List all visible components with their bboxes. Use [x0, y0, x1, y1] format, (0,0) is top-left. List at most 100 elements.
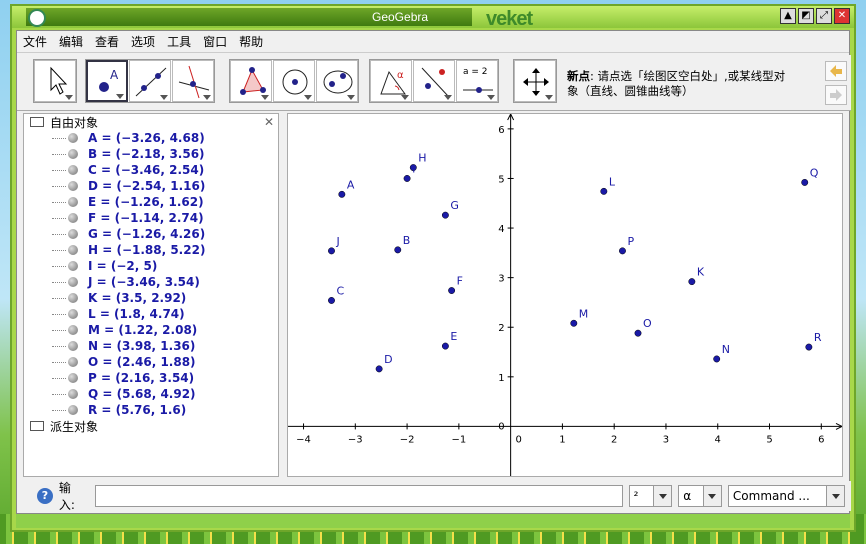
point-marker[interactable] [375, 365, 383, 373]
slider-tool-button[interactable]: a = 2 [456, 60, 498, 102]
visibility-toggle-icon[interactable] [68, 165, 78, 175]
point-marker[interactable] [713, 355, 721, 363]
point-marker[interactable] [394, 246, 402, 254]
point-marker[interactable] [801, 178, 809, 186]
free-objects-folder[interactable]: 自由对象 [24, 114, 278, 130]
point-marker[interactable] [600, 187, 608, 195]
visibility-toggle-icon[interactable] [68, 133, 78, 143]
point-marker[interactable] [328, 247, 335, 255]
algebra-point-row[interactable]: K = (3.5, 2.92) [24, 290, 278, 306]
visibility-toggle-icon[interactable] [68, 245, 78, 255]
visibility-toggle-icon[interactable] [68, 309, 78, 319]
visibility-toggle-icon[interactable] [68, 277, 78, 287]
y-tick-label: 2 [498, 323, 504, 334]
help-icon[interactable]: ? [37, 488, 53, 504]
tree-connector [52, 233, 66, 235]
algebra-point-row[interactable]: B = (−2.18, 3.56) [24, 146, 278, 162]
visibility-toggle-icon[interactable] [68, 293, 78, 303]
menu-view[interactable]: 查看 [95, 33, 119, 50]
tree-connector [52, 377, 66, 379]
point-marker[interactable] [403, 175, 411, 182]
circle-tool-button[interactable] [273, 60, 315, 102]
algebra-point-row[interactable]: C = (−3.46, 2.54) [24, 162, 278, 178]
visibility-toggle-icon[interactable] [68, 181, 78, 191]
exponent-select[interactable]: ² [628, 485, 673, 507]
algebra-point-row[interactable]: F = (−1.14, 2.74) [24, 210, 278, 226]
point-marker[interactable] [570, 319, 578, 327]
point-label: A [347, 178, 355, 191]
reflect-tool-button[interactable] [413, 60, 455, 102]
algebra-point-row[interactable]: O = (2.46, 1.88) [24, 354, 278, 370]
close-icon[interactable]: ✕ [264, 115, 274, 129]
polygon-tool-button[interactable] [230, 60, 272, 102]
visibility-toggle-icon[interactable] [68, 405, 78, 415]
visibility-toggle-icon[interactable] [68, 341, 78, 351]
algebra-point-row[interactable]: M = (1.22, 2.08) [24, 322, 278, 338]
visibility-toggle-icon[interactable] [68, 389, 78, 399]
y-tick-label: 3 [498, 274, 504, 285]
algebra-point-row[interactable]: D = (−2.54, 1.16) [24, 178, 278, 194]
move-tool-button[interactable] [34, 60, 76, 102]
move-view-tool-button[interactable] [514, 60, 556, 102]
algebra-point-row[interactable]: Q = (5.68, 4.92) [24, 386, 278, 402]
point-marker[interactable] [338, 190, 346, 198]
algebra-point-row[interactable]: G = (−1.26, 4.26) [24, 226, 278, 242]
menu-edit[interactable]: 编辑 [59, 33, 83, 50]
visibility-toggle-icon[interactable] [68, 357, 78, 367]
algebra-point-row[interactable]: H = (−1.88, 5.22) [24, 242, 278, 258]
algebra-point-row[interactable]: J = (−3.46, 3.54) [24, 274, 278, 290]
menu-file[interactable]: 文件 [23, 33, 47, 50]
ellipse-tool-button[interactable] [316, 60, 358, 102]
visibility-toggle-icon[interactable] [68, 325, 78, 335]
point-marker[interactable] [688, 278, 696, 286]
chevron-down-icon[interactable] [826, 486, 844, 506]
point-marker[interactable] [448, 287, 456, 294]
input-field[interactable] [94, 485, 623, 507]
algebra-point-row[interactable]: E = (−1.26, 1.62) [24, 194, 278, 210]
close-icon[interactable]: ✕ [834, 8, 850, 24]
menu-window[interactable]: 窗口 [203, 33, 227, 50]
point-definition: B = (−2.18, 3.56) [88, 147, 205, 161]
algebra-point-row[interactable]: P = (2.16, 3.54) [24, 370, 278, 386]
visibility-toggle-icon[interactable] [68, 213, 78, 223]
chevron-down-icon[interactable] [653, 486, 672, 506]
point-marker[interactable] [634, 329, 642, 337]
point-marker[interactable] [805, 343, 813, 351]
point-marker[interactable] [619, 247, 626, 255]
undo-icon[interactable] [825, 61, 847, 81]
graphics-view[interactable]: −4 −3 −2 −1 0 1 2 3 4 5 6 1 2 3 4 5 6 0 A B C D E F G H I J K L M N O P Q R [287, 113, 843, 477]
minimize-icon[interactable]: ▲ [780, 8, 796, 24]
point-definition: E = (−1.26, 1.62) [88, 195, 204, 209]
chevron-down-icon[interactable] [702, 486, 721, 506]
menu-tools[interactable]: 工具 [167, 33, 191, 50]
visibility-toggle-icon[interactable] [68, 149, 78, 159]
line-tool-button[interactable] [129, 60, 171, 102]
algebra-point-row[interactable]: I = (−2, 5) [24, 258, 278, 274]
algebra-point-row[interactable]: L = (1.8, 4.74) [24, 306, 278, 322]
menu-options[interactable]: 选项 [131, 33, 155, 50]
visibility-toggle-icon[interactable] [68, 373, 78, 383]
x-tick-label: 5 [766, 434, 772, 445]
dependent-objects-folder[interactable]: 派生对象 [24, 418, 278, 434]
tool-group-view [513, 59, 557, 103]
visibility-toggle-icon[interactable] [68, 197, 78, 207]
visibility-toggle-icon[interactable] [68, 229, 78, 239]
point-marker[interactable] [441, 342, 449, 350]
menu-help[interactable]: 帮助 [239, 33, 263, 50]
new-point-tool-button[interactable]: A [86, 60, 128, 102]
perpendicular-tool-button[interactable] [172, 60, 214, 102]
angle-tool-button[interactable]: α [370, 60, 412, 102]
coordinate-plane[interactable]: −4 −3 −2 −1 0 1 2 3 4 5 6 1 2 3 4 5 6 0 A B C D E F G HI J K L M N O P Q R [288, 113, 843, 476]
algebra-point-row[interactable]: N = (3.98, 1.36) [24, 338, 278, 354]
algebra-point-row[interactable]: R = (5.76, 1.6) [24, 402, 278, 418]
tree-connector [52, 297, 66, 299]
point-marker[interactable] [328, 297, 335, 304]
redo-icon[interactable] [825, 85, 847, 105]
command-select[interactable]: Command ... [727, 485, 845, 507]
visibility-toggle-icon[interactable] [68, 261, 78, 271]
algebra-point-row[interactable]: A = (−3.26, 4.68) [24, 130, 278, 146]
maximize-icon[interactable]: ⤢ [816, 8, 832, 24]
greek-select[interactable]: α [678, 485, 722, 507]
point-marker[interactable] [441, 211, 449, 219]
shade-icon[interactable]: ◩ [798, 8, 814, 24]
